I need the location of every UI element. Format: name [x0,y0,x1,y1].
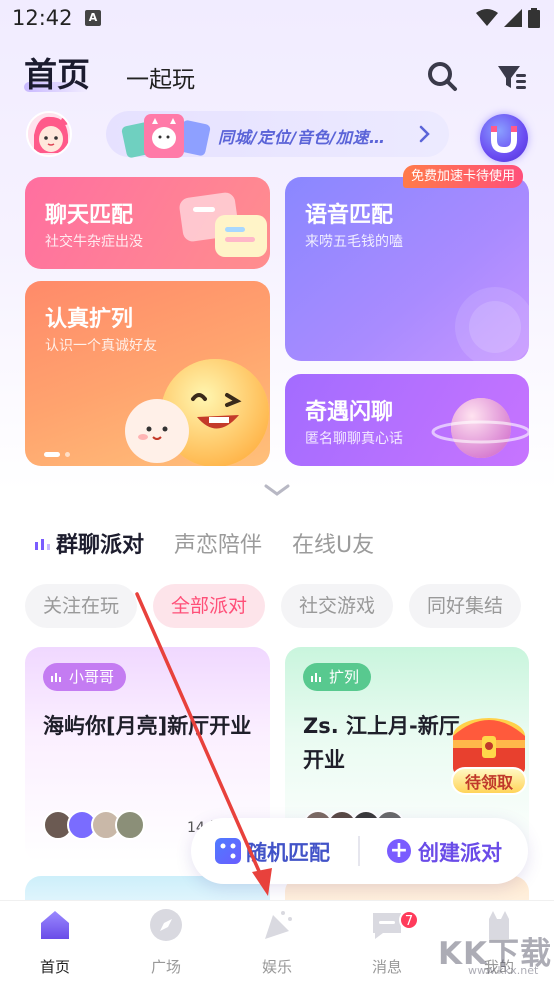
room-title: Zs. 江上月-新厅开业 [303,714,460,772]
wifi-icon [476,9,498,26]
room-tag-label: 小哥哥 [69,668,115,686]
dice-icon[interactable] [215,838,241,864]
unread-badge: 7 [399,910,419,930]
chat-bubbles-illustration [179,192,267,257]
filter-icon[interactable] [494,58,530,94]
signal-icon [504,9,522,27]
chip-social-games[interactable]: 社交游戏 [281,584,394,628]
card-title: 奇遇闪聊 [305,400,394,425]
free-boost-badge: 免费加速卡待使用 [403,165,524,188]
serious-friend-card[interactable]: 认真扩列 认识一个真诚好友 [25,281,270,466]
tab-group-party[interactable]: 群聊派对 [56,527,144,559]
card-subtitle: 匿名聊聊真心话 [305,431,403,447]
filter-chips: 关注在玩 全部派对 社交游戏 同好集结 [25,584,522,628]
watermark-url: www.kkx.net [468,964,539,977]
notification-icon: A [85,10,101,26]
room-tag: 小哥哥 [43,663,127,691]
random-match-button[interactable]: 随机匹配 [246,837,330,867]
nav-home[interactable]: 首页 [20,907,90,977]
chat-match-card[interactable]: 聊天匹配 社交牛杂症出没 [25,177,270,269]
chevron-down-icon[interactable] [262,480,292,500]
section-tabs: 群聊派对 声恋陪伴 在线U友 [34,527,404,559]
card-subtitle: 来唠五毛钱的嗑 [305,234,403,250]
carousel-dot-active [44,452,60,457]
home-icon [41,911,69,939]
chip-hobby-groups[interactable]: 同好集结 [409,584,522,628]
treasure-claim-label[interactable]: 待领取 [451,767,527,795]
card-title: 语音匹配 [305,203,394,228]
nav-entertainment[interactable]: 娱乐 [242,907,312,977]
planet-illustration [431,398,529,458]
card-title: 认真扩列 [45,307,134,332]
user-avatar[interactable] [26,111,72,157]
tab-home[interactable]: 首页 [24,48,90,96]
chip-following[interactable]: 关注在玩 [25,584,138,628]
status-indicators [476,8,540,28]
carousel-dot [65,452,70,457]
tab-online-friends[interactable]: 在线U友 [292,527,374,559]
status-time: 12:42 [12,6,73,30]
room-title: 海屿你[月亮]新厅开业 [43,714,252,738]
bars-icon [311,673,321,682]
avatar-image [28,113,70,155]
banner-text: 同城/定位/音色/加速… [218,128,386,147]
dice-dots [220,843,236,859]
status-bar [0,0,554,38]
nav-label: 娱乐 [261,958,292,976]
voice-wave-illustration [455,287,529,361]
nav-label: 广场 [150,958,181,976]
create-party-button[interactable]: 创建派对 [418,837,502,867]
divider [358,836,360,866]
banner-cards-illustration [121,114,211,158]
tab-voice-companion[interactable]: 声恋陪伴 [174,527,262,559]
nav-label: 消息 [371,958,402,976]
party-icon [265,911,292,939]
flash-chat-card[interactable]: 奇遇闪聊 匿名聊聊真心话 [285,374,529,466]
tab-play-together[interactable]: 一起玩 [126,60,195,94]
battery-icon [528,8,540,28]
room-tag: 扩列 [303,663,372,691]
member-avatar [115,810,145,840]
magnet-button[interactable] [480,114,528,162]
carousel-dots [44,452,70,457]
nav-label: 首页 [39,958,70,976]
plus-icon[interactable]: + [387,839,411,863]
search-icon[interactable] [424,58,460,94]
room-member-avatars [43,810,145,840]
bars-icon [35,539,50,550]
chevron-right-icon [419,125,430,143]
bars-icon [51,673,61,682]
smiley-faces-illustration [125,359,269,466]
voice-match-card[interactable]: 语音匹配 来唠五毛钱的嗑 [285,177,529,361]
card-subtitle: 社交牛杂症出没 [45,234,143,250]
nav-square[interactable]: 广场 [131,907,201,977]
room-tag-label: 扩列 [329,668,360,686]
magnet-icon [491,126,517,154]
compass-icon [150,909,182,941]
card-title: 聊天匹配 [45,203,134,228]
chip-all-parties[interactable]: 全部派对 [153,584,266,628]
